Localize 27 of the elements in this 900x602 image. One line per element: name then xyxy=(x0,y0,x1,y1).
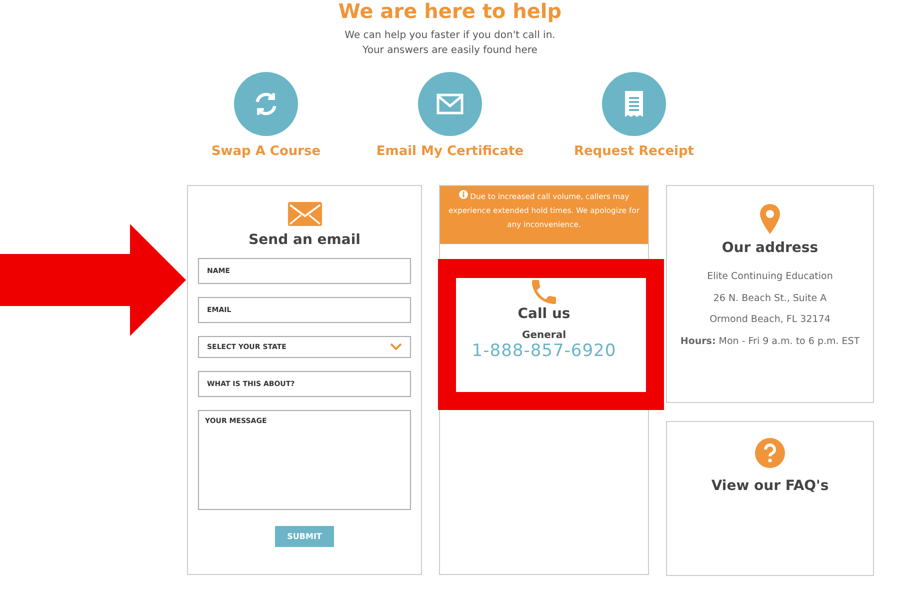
phone-number[interactable]: 1-888-857-6920 xyxy=(472,341,616,361)
link-label[interactable]: Email My Certificate xyxy=(376,144,524,159)
card-title: Our address xyxy=(722,240,818,256)
receipt-icon xyxy=(624,90,644,118)
page-title: We are here to help xyxy=(337,0,563,22)
address-line: Elite Continuing Education xyxy=(707,270,833,284)
faq-card[interactable]: View our FAQ's xyxy=(666,421,874,576)
envelope-icon xyxy=(288,202,322,226)
subtitle-line: Your answers are easily found here xyxy=(362,44,538,58)
subtitle-line: We can help you faster if you don't call in. xyxy=(344,29,556,43)
location-pin-icon xyxy=(760,204,780,234)
question-icon xyxy=(755,438,785,468)
card-title: Call us xyxy=(518,306,570,322)
address-line: 26 N. Beach St., Suite A xyxy=(713,292,827,306)
chevron-down-icon xyxy=(390,343,402,351)
address-line: Hours: Mon - Fri 9 a.m. to 6 p.m. EST xyxy=(680,334,860,348)
phone-label: General xyxy=(522,330,566,341)
phone-icon xyxy=(532,280,556,304)
card-title: View our FAQ's xyxy=(711,478,829,494)
address-line: Ormond Beach, FL 32174 xyxy=(710,313,830,327)
link-label[interactable]: Swap A Course xyxy=(211,144,321,159)
refresh-icon xyxy=(253,91,279,117)
card-title: Send an email xyxy=(248,232,360,248)
link-label[interactable]: Request Receipt xyxy=(574,144,694,159)
info-icon xyxy=(458,190,468,199)
submit-button[interactable]: SUBMIT xyxy=(275,526,334,547)
envelope-icon xyxy=(436,93,464,115)
